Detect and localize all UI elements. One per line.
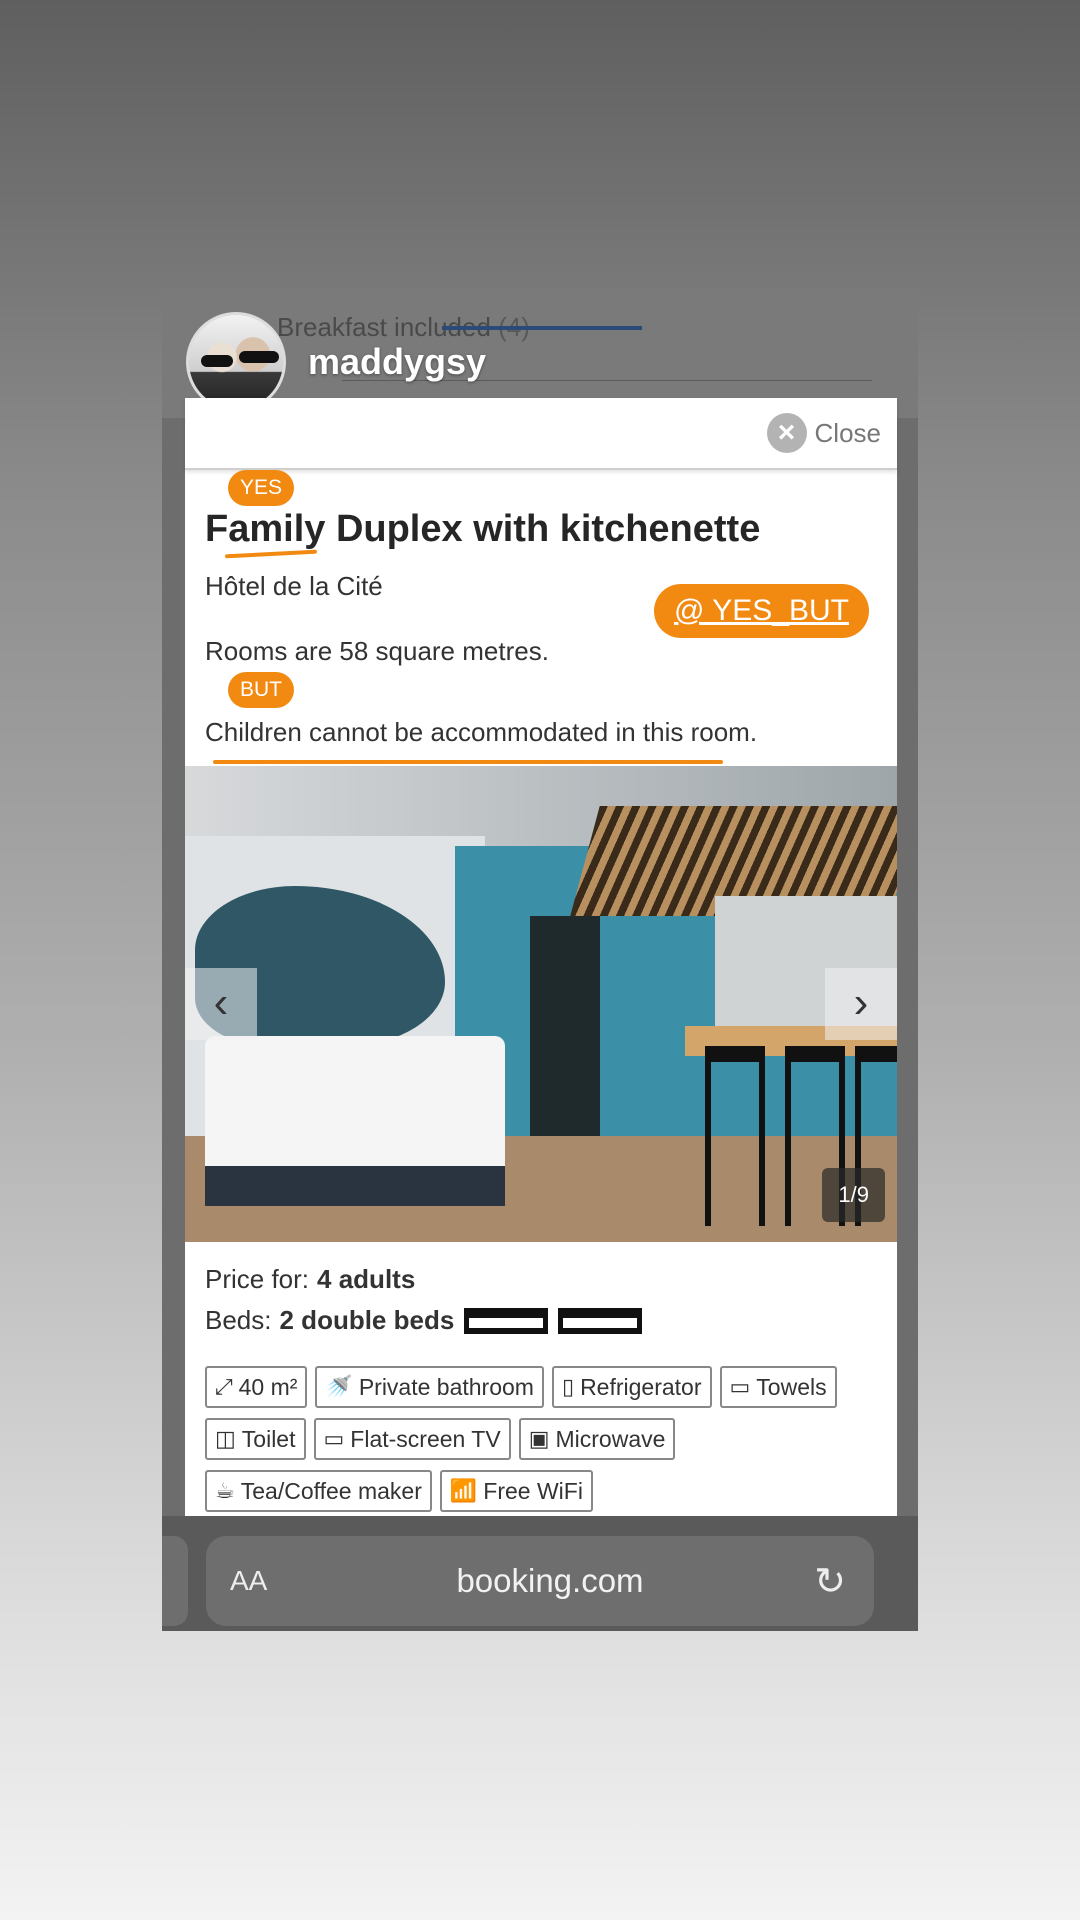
beds-line: Beds: 2 double beds <box>205 1305 877 1336</box>
facility-label: Tea/Coffee maker <box>240 1477 422 1504</box>
microwave-icon: ▣ <box>528 1426 550 1451</box>
yes-tag: YES <box>228 470 295 506</box>
story-frame: Breakfast included (4) maddygsy × Close … <box>162 288 918 1631</box>
double-bed-icon <box>558 1307 643 1334</box>
facility-refrigerator: ▯ Refrigerator <box>551 1366 712 1408</box>
room-restriction: Children cannot be accommodated in this … <box>205 717 758 747</box>
photo-bed <box>205 1036 505 1186</box>
close-icon[interactable]: × <box>766 413 807 453</box>
but-tag: BUT <box>228 672 294 708</box>
text-size-button[interactable]: AA <box>230 1565 290 1597</box>
close-button[interactable]: × Close <box>766 413 881 453</box>
underline-scribble <box>213 760 723 764</box>
photo-gallery[interactable]: ‹ › 1/9 <box>185 766 897 1242</box>
modal-header: × Close <box>185 398 897 470</box>
room-size: Rooms are 58 square metres. <box>205 636 549 666</box>
refrigerator-icon: ▯ <box>561 1374 575 1399</box>
shower-icon: 🚿 <box>325 1374 353 1399</box>
tv-icon: ▭ <box>323 1426 345 1451</box>
facility-label: Towels <box>756 1373 827 1400</box>
photo-stool <box>705 1046 765 1226</box>
room-title: Family Duplex with kitchenette <box>205 508 761 550</box>
story-user[interactable]: maddygsy <box>186 312 486 412</box>
facility-microwave: ▣ Microwave <box>518 1418 676 1460</box>
beds-label: Beds: <box>205 1305 272 1335</box>
room-modal: × Close YES Family Duplex with kitchenet… <box>185 398 897 1517</box>
facility-wifi: 📶 Free WiFi <box>439 1470 593 1512</box>
photo-bed-base <box>205 1166 505 1206</box>
facility-tea-coffee: ☕ Tea/Coffee maker <box>205 1470 432 1512</box>
price-label: Price for: <box>205 1264 310 1294</box>
facility-label: 40 m² <box>238 1373 298 1400</box>
chevron-left-icon[interactable]: ‹ <box>185 968 257 1040</box>
yes-but-mention[interactable]: @ YES_BUT <box>654 584 869 638</box>
username[interactable]: maddygsy <box>308 341 486 383</box>
price-line: Price for: 4 adults <box>205 1264 877 1295</box>
photo-door <box>530 916 600 1146</box>
previous-tab-stub[interactable] <box>162 1536 188 1626</box>
facility-label: Toilet <box>241 1425 296 1452</box>
towels-icon: ▭ <box>729 1374 751 1399</box>
browser-bar: AA booking.com ↻ <box>162 1516 918 1631</box>
avatar[interactable] <box>186 312 286 412</box>
toilet-icon: ◫ <box>215 1426 236 1451</box>
url-field[interactable]: AA booking.com ↻ <box>206 1536 874 1626</box>
facility-private-bathroom: 🚿 Private bathroom <box>315 1366 544 1408</box>
price-value: 4 adults <box>317 1264 416 1294</box>
double-bed-icon <box>464 1307 549 1334</box>
facilities-list: ⤢ 40 m² 🚿 Private bathroom ▯ Refrigerator ▭… <box>205 1366 877 1512</box>
coffee-icon: ☕ <box>215 1478 235 1503</box>
modal-body: YES Family Duplex with kitchenette Hôtel… <box>185 470 897 766</box>
facility-towels: ▭ Towels <box>719 1366 837 1408</box>
chevron-right-icon[interactable]: › <box>825 968 897 1040</box>
facility-toilet: ◫ Toilet <box>205 1418 306 1460</box>
facility-label: Microwave <box>555 1425 666 1452</box>
facility-room-size: ⤢ 40 m² <box>205 1366 308 1408</box>
facility-label: Free WiFi <box>483 1477 583 1504</box>
beds-value: 2 double beds <box>279 1305 455 1335</box>
url-text[interactable]: booking.com <box>290 1562 810 1600</box>
facility-label: Flat-screen TV <box>350 1425 501 1452</box>
room-size-icon: ⤢ <box>215 1374 233 1399</box>
close-label[interactable]: Close <box>815 418 881 449</box>
facility-label: Private bathroom <box>358 1373 534 1400</box>
wifi-icon: 📶 <box>449 1478 478 1503</box>
facility-label: Refrigerator <box>580 1373 702 1400</box>
facility-tv: ▭ Flat-screen TV <box>313 1418 511 1460</box>
reload-icon[interactable]: ↻ <box>810 1559 850 1604</box>
room-details: Price for: 4 adults Beds: 2 double beds … <box>185 1242 897 1517</box>
photo-counter-badge: 1/9 <box>822 1168 885 1222</box>
